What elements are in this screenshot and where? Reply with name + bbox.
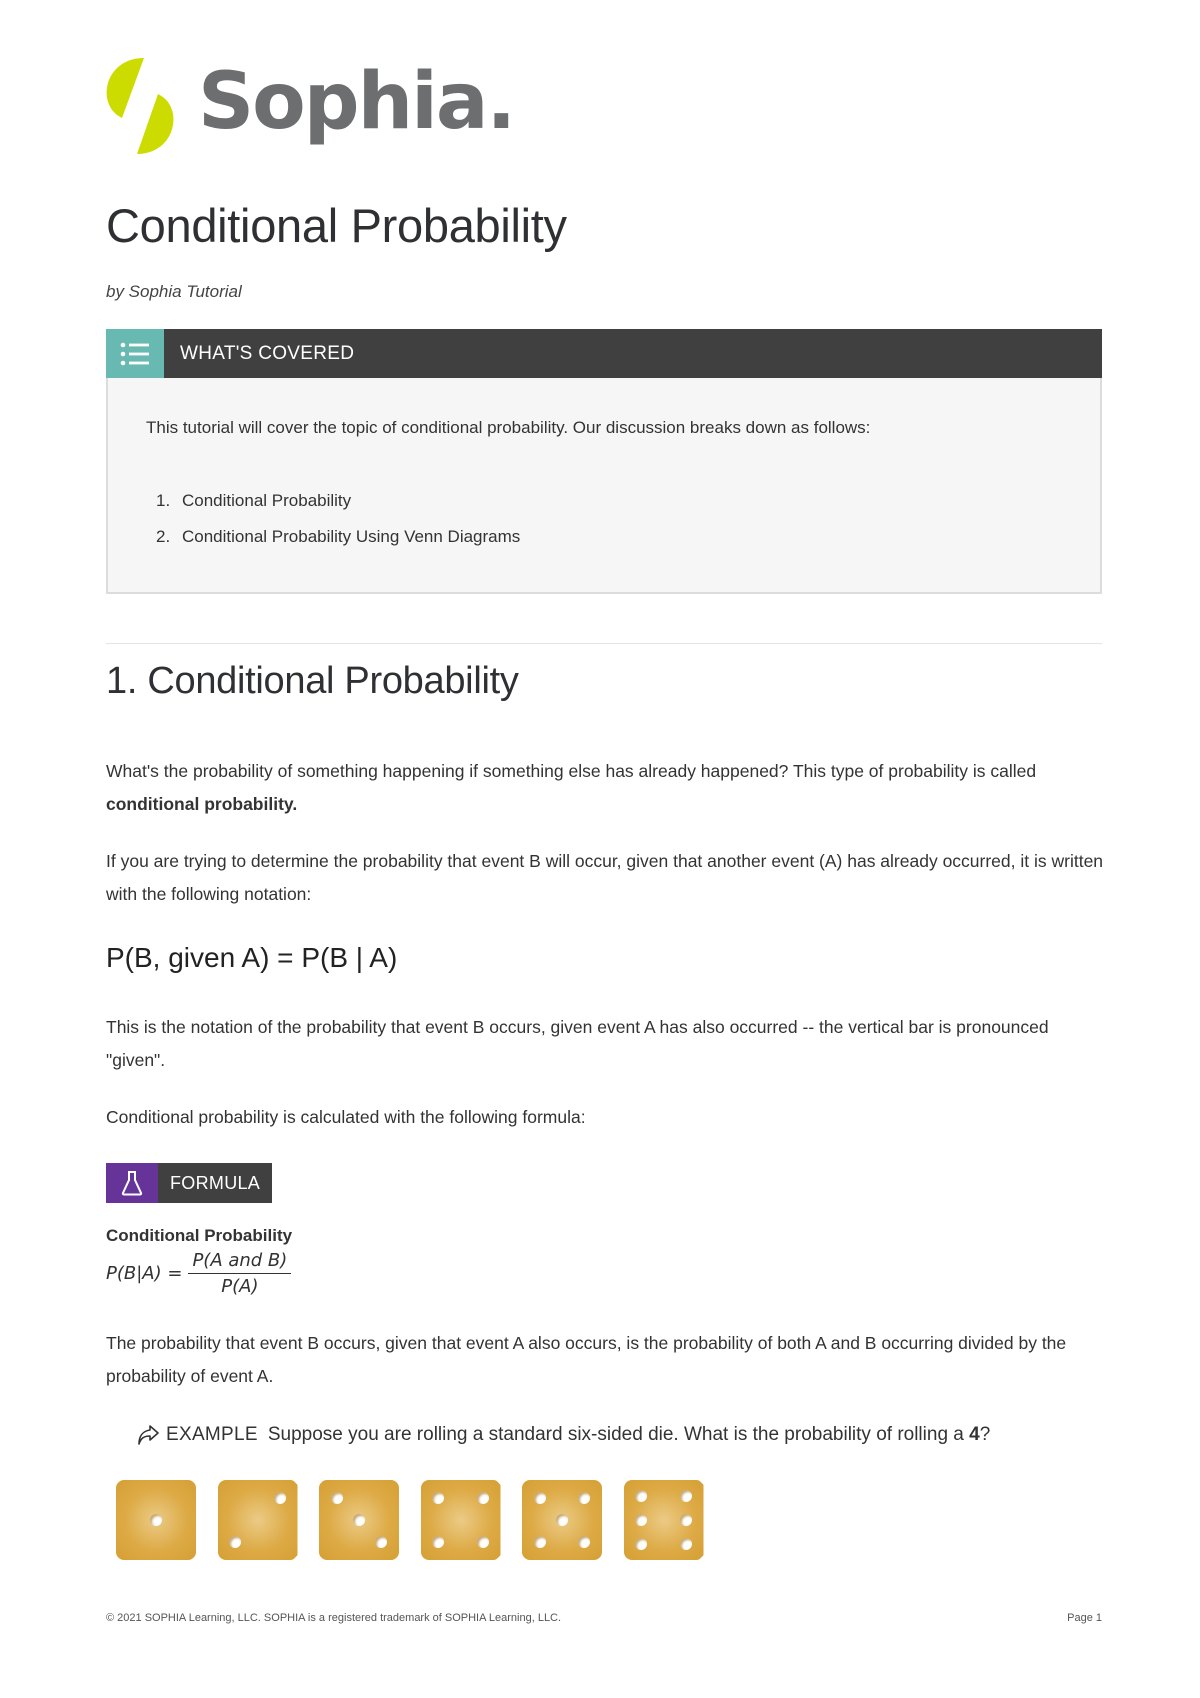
formula-fraction: P(A and B) P(A) <box>188 1250 292 1297</box>
die-pip <box>556 1514 568 1526</box>
paragraph-formula-explained: The probability that event B occurs, giv… <box>106 1333 1067 1386</box>
die-pip <box>679 1490 692 1502</box>
die-pip <box>635 1490 648 1502</box>
formula-denominator: P(A) <box>221 1276 259 1297</box>
die-pip <box>229 1536 242 1549</box>
byline: by Sophia Tutorial <box>106 282 242 301</box>
die-pip <box>635 1514 648 1526</box>
die-face-1 <box>116 1480 196 1560</box>
die-pip <box>578 1491 591 1504</box>
formula-badge: FORMULA <box>106 1163 272 1203</box>
die-pip <box>679 1514 692 1526</box>
die-pip <box>353 1514 365 1526</box>
section-heading: 1. Conditional Probability <box>106 660 519 702</box>
die-pip <box>476 1536 489 1549</box>
die-pip <box>679 1538 692 1550</box>
section-divider <box>106 643 1102 644</box>
paragraph-notation-explained: This is the notation of the probability … <box>106 1017 1049 1070</box>
example-callout: EXAMPLE Suppose you are rolling a standa… <box>136 1424 990 1446</box>
list-item: 2. Conditional Probability Using Venn Dia… <box>156 527 521 546</box>
notation-expression: P(B, given A) = P(B | A) <box>106 942 398 973</box>
die-pip <box>273 1491 286 1504</box>
die-face-6 <box>623 1480 704 1560</box>
whats-covered-intro: This tutorial will cover the topic of co… <box>146 418 871 437</box>
dice-image <box>116 1480 725 1560</box>
die-pip <box>635 1538 648 1550</box>
example-tag: EXAMPLE <box>166 1424 258 1445</box>
whats-covered-label: WHAT'S COVERED <box>180 342 355 364</box>
document-title: Conditional Probability <box>106 199 567 252</box>
formula-numerator: P(A and B) <box>188 1250 292 1274</box>
share-arrow-icon <box>138 1425 159 1445</box>
sophia-wordmark: Sophia. <box>198 57 516 147</box>
die-pip <box>533 1536 546 1549</box>
sophia-mark-icon <box>106 58 174 154</box>
document-page: Sophia. Conditional Probability by Sophi… <box>0 0 1200 1698</box>
footer-page-number: Page 1 <box>1067 1612 1102 1624</box>
flask-icon <box>106 1163 158 1203</box>
formula-label: FORMULA <box>170 1172 261 1193</box>
example-text: Suppose you are rolling a standard six-s… <box>267 1424 991 1445</box>
die-face-2 <box>217 1480 298 1560</box>
list-item: 1. Conditional Probability <box>156 491 352 510</box>
die-pip <box>150 1514 162 1526</box>
die-pip <box>375 1536 388 1549</box>
die-face-5 <box>522 1480 602 1560</box>
list-icon <box>106 329 164 378</box>
die-pip <box>476 1491 489 1504</box>
die-pip <box>578 1536 591 1549</box>
footer-copyright: © 2021 SOPHIA Learning, LLC. SOPHIA is a… <box>106 1612 562 1624</box>
paragraph-notation-intro: If you are trying to determine the proba… <box>106 851 1104 904</box>
whats-covered-header: WHAT'S COVERED <box>106 329 1102 378</box>
formula-title: Conditional Probability <box>106 1226 293 1245</box>
whats-covered-list: 1. Conditional Probability 2. Conditional … <box>156 489 520 561</box>
die-pip <box>432 1536 445 1549</box>
die-pip <box>432 1491 445 1504</box>
paragraph-intro: What's the probability of something happ… <box>106 761 1037 814</box>
paragraph-formula-intro: Conditional probability is calculated wi… <box>106 1107 586 1127</box>
die-pip <box>330 1491 343 1504</box>
key-term: conditional probability. <box>106 794 298 814</box>
formula-equation: P(B|A) = P(A and B) P(A) <box>106 1250 292 1297</box>
die-pip <box>533 1491 546 1504</box>
die-face-4 <box>420 1480 501 1560</box>
die-face-3 <box>319 1480 399 1560</box>
sophia-logo: Sophia. <box>104 56 516 156</box>
formula-lhs: P(B|A) = <box>106 1263 183 1284</box>
